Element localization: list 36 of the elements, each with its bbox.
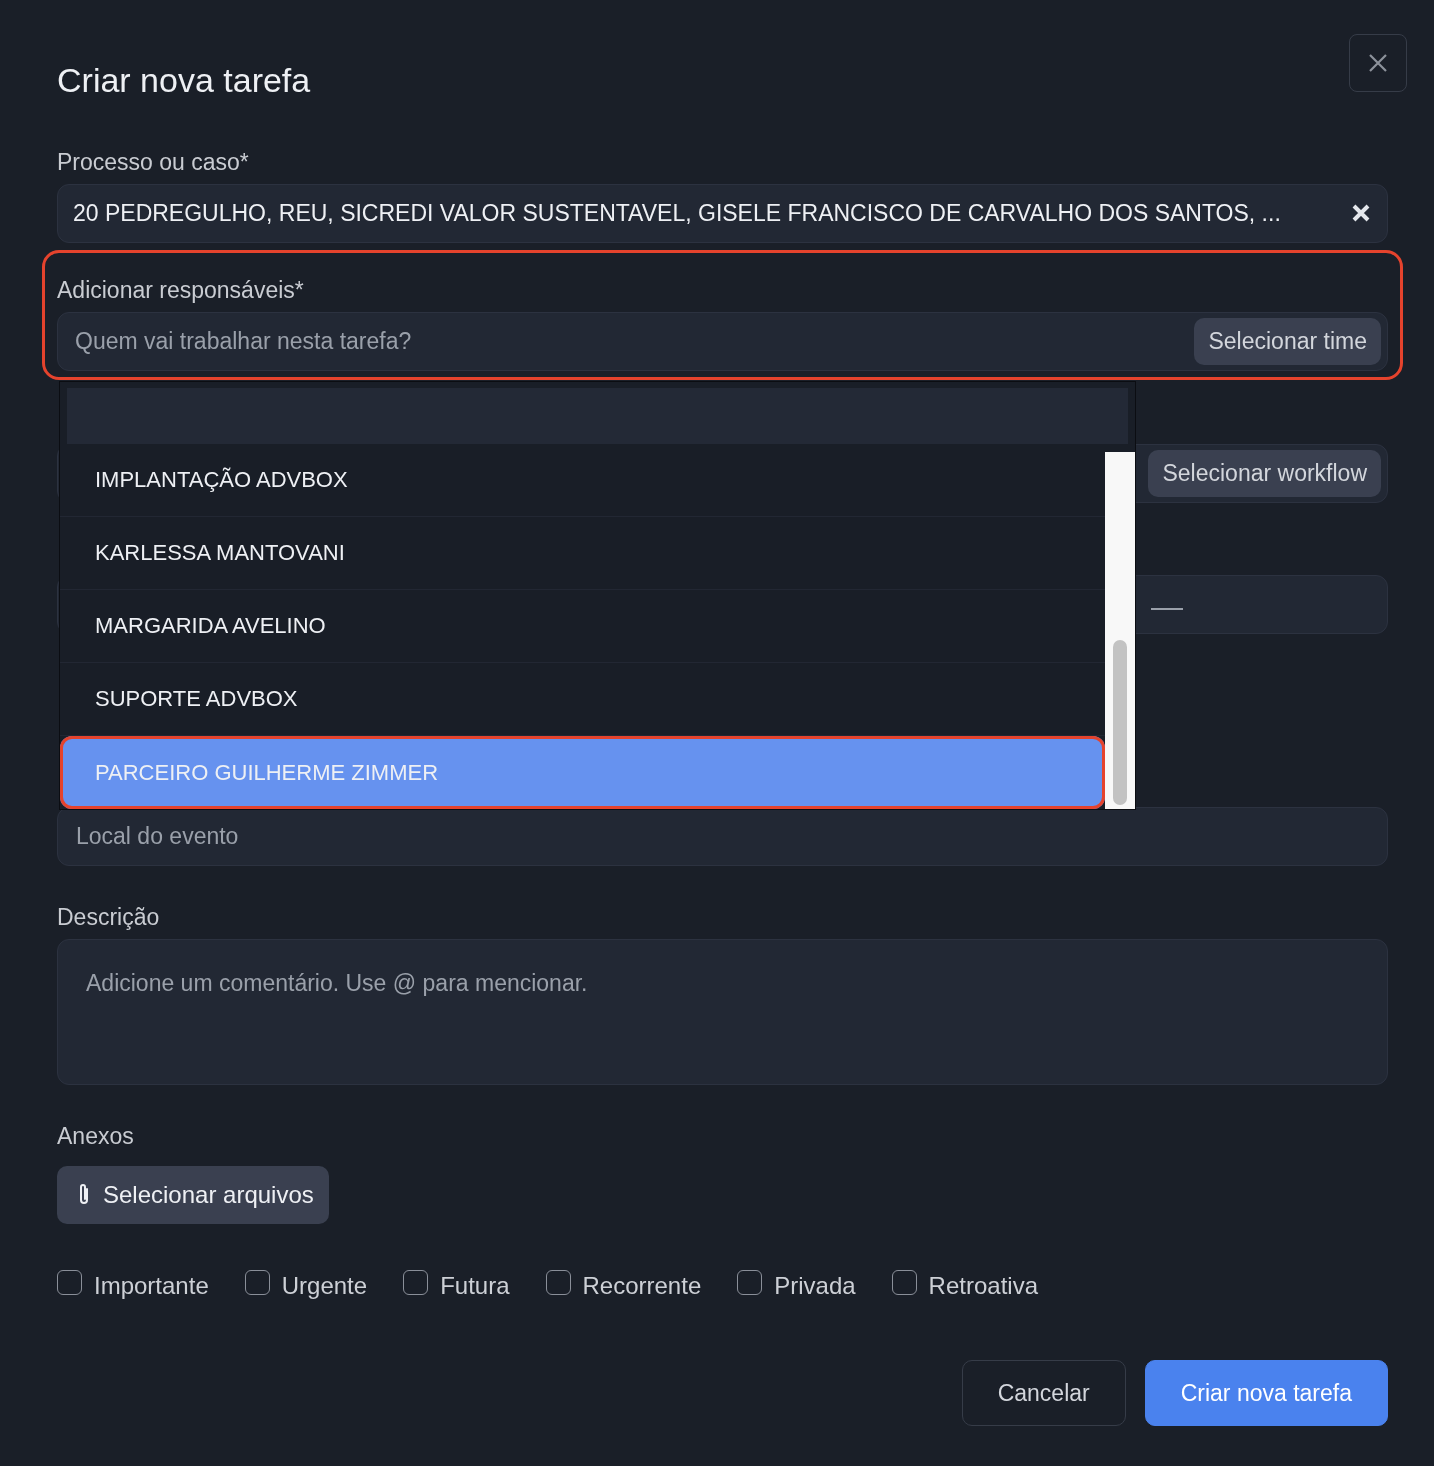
checkbox[interactable] [403, 1270, 429, 1296]
field-label: Processo ou caso* [57, 150, 250, 174]
checkbox-label: Urgente [281, 1270, 368, 1301]
field-label: Adicionar responsáveis* [57, 278, 305, 302]
dialog-title: Criar nova tarefa [57, 60, 311, 101]
checkbox-label: Privada [774, 1270, 856, 1301]
create-task-button[interactable]: Criar nova tarefa [1144, 1359, 1388, 1426]
cancel-button[interactable]: Cancelar [961, 1359, 1126, 1426]
dropdown-option[interactable]: KARLESSA MANTOVANI [60, 516, 1105, 590]
close-icon [1368, 53, 1388, 73]
selected-value: 20 PEDREGULHO, REU, SICREDI VALOR SUSTENTAVEL, GISELE FRANCISCO DE CARVALHO DOS SANTOS, ... [73, 199, 1282, 229]
dropdown-option[interactable]: SUPORTE ADVBOX [60, 662, 1105, 736]
dropdown-option[interactable]: IMPLANTAÇÃO ADVBOX [60, 443, 1105, 517]
checkbox[interactable] [737, 1270, 763, 1296]
field-label: Anexos [57, 1124, 135, 1148]
location-field[interactable]: Local do evento [57, 806, 1388, 866]
scrollbar-thumb[interactable] [1113, 639, 1127, 805]
description-field[interactable]: Adicione um comentário. Use @ para mencionar. [57, 938, 1388, 1085]
close-button[interactable] [1349, 34, 1407, 92]
checkbox-label: Retroativa [928, 1270, 1038, 1301]
checkbox[interactable] [244, 1270, 270, 1296]
checkbox[interactable] [891, 1270, 917, 1296]
responsible-field[interactable]: Quem vai trabalhar nesta tarefa? Selecionar time [57, 311, 1388, 371]
checkbox-label: Futura [440, 1270, 510, 1301]
checkbox-label: Recorrente [582, 1270, 702, 1301]
checkbox[interactable] [57, 1270, 82, 1296]
checkbox[interactable] [545, 1270, 571, 1296]
field-label: Descrição [57, 905, 161, 929]
dropdown-option[interactable]: MARGARIDA AVELINO [60, 589, 1105, 663]
case-select-field[interactable]: 20 PEDREGULHO, REU, SICREDI VALOR SUSTENTAVEL, GISELE FRANCISCO DE CARVALHO DOS SANTOS, ... [57, 183, 1388, 243]
select-files-button[interactable]: Selecionar arquivos [57, 1165, 329, 1224]
select-team-button[interactable]: Selecionar time [1194, 318, 1381, 365]
scrollbar-track[interactable] [1105, 451, 1135, 809]
clear-icon[interactable] [1351, 203, 1371, 224]
select-workflow-button[interactable]: Selecionar workflow [1148, 450, 1381, 497]
checkbox-label: Importante [94, 1270, 209, 1301]
